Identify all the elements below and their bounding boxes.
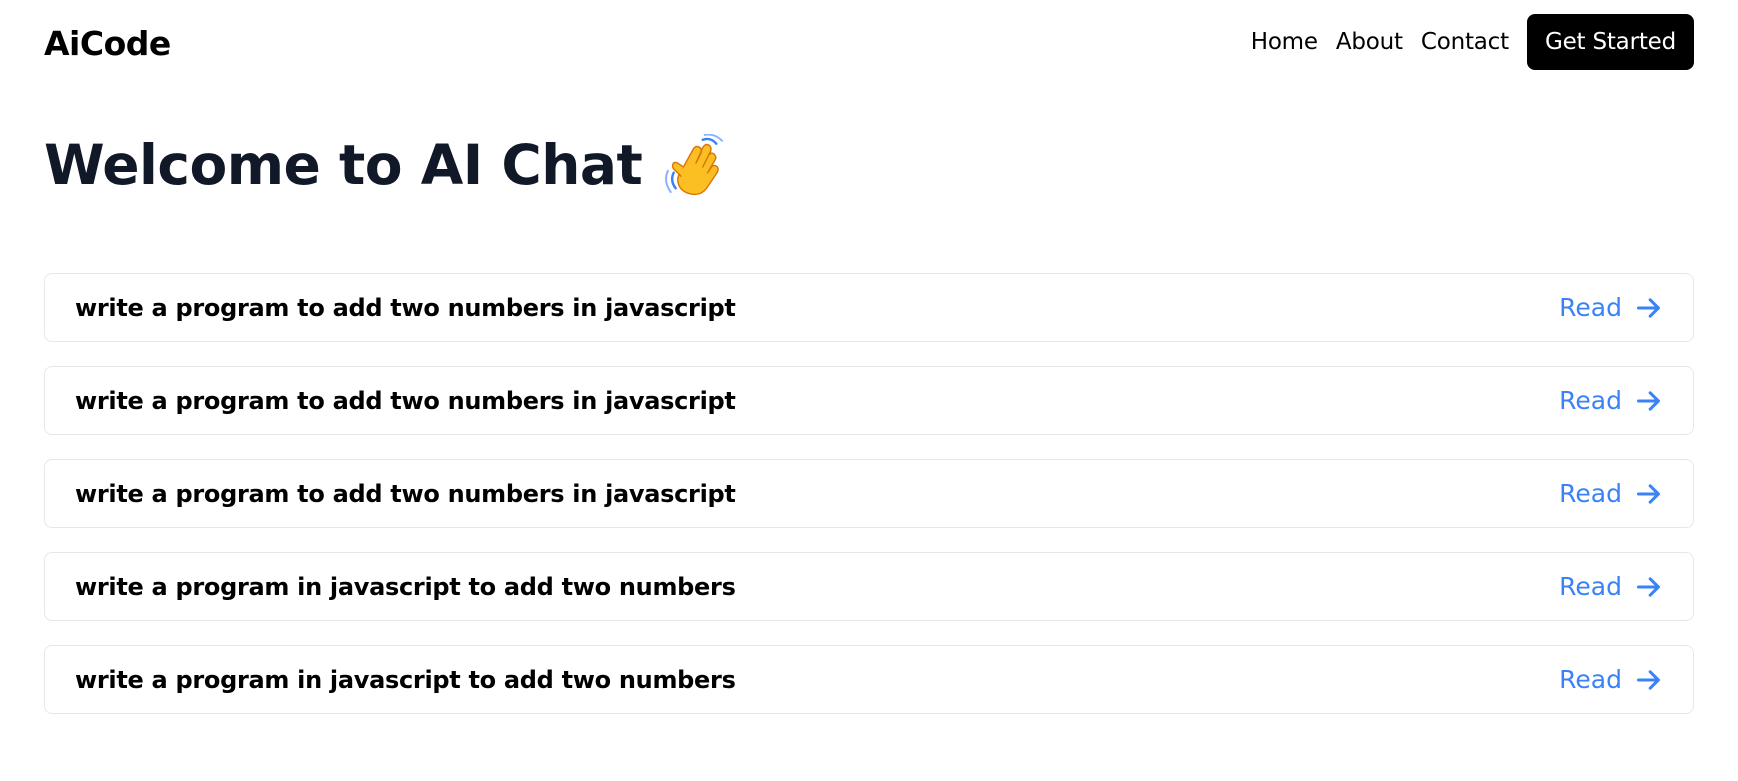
chat-title: write a program to add two numbers in ja…: [75, 479, 736, 508]
arrow-right-icon: [1636, 297, 1660, 318]
page: AiCode Home About Contact Get Started We…: [0, 0, 1738, 781]
chat-card[interactable]: write a program to add two numbers in ja…: [44, 459, 1694, 528]
arrow-right-icon: [1636, 483, 1660, 504]
nav-link-home[interactable]: Home: [1251, 29, 1318, 55]
get-started-button[interactable]: Get Started: [1526, 14, 1694, 70]
navbar: AiCode Home About Contact Get Started: [44, 14, 1694, 70]
chat-card[interactable]: write a program to add two numbers in ja…: [44, 366, 1694, 435]
chat-title: write a program in javascript to add two…: [75, 572, 736, 601]
read-link[interactable]: Read: [1559, 386, 1663, 415]
read-label: Read: [1559, 665, 1622, 694]
read-link[interactable]: Read: [1559, 665, 1663, 694]
page-title-container: Welcome to AI Chat: [44, 130, 726, 200]
read-label: Read: [1559, 572, 1622, 601]
chat-card[interactable]: write a program in javascript to add two…: [44, 552, 1694, 621]
chat-list: write a program to add two numbers in ja…: [44, 273, 1694, 738]
read-label: Read: [1559, 293, 1622, 322]
chat-title: write a program to add two numbers in ja…: [75, 293, 736, 322]
page-title: Welcome to AI Chat: [44, 133, 643, 197]
read-link[interactable]: Read: [1559, 572, 1663, 601]
waving-hand-icon: [664, 133, 726, 196]
read-link[interactable]: Read: [1559, 293, 1663, 322]
arrow-right-icon: [1636, 669, 1660, 690]
chat-title: write a program to add two numbers in ja…: [75, 386, 736, 415]
arrow-right-icon: [1636, 576, 1660, 597]
nav-links: Home About Contact Get Started: [1251, 14, 1694, 70]
nav-link-contact[interactable]: Contact: [1421, 29, 1509, 55]
read-label: Read: [1559, 386, 1622, 415]
arrow-right-icon: [1636, 390, 1660, 411]
chat-card[interactable]: write a program to add two numbers in ja…: [44, 273, 1694, 342]
chat-title: write a program in javascript to add two…: [75, 665, 736, 694]
read-link[interactable]: Read: [1559, 479, 1663, 508]
logo[interactable]: AiCode: [44, 24, 171, 63]
chat-card[interactable]: write a program in javascript to add two…: [44, 645, 1694, 714]
nav-link-about[interactable]: About: [1336, 29, 1403, 55]
read-label: Read: [1559, 479, 1622, 508]
